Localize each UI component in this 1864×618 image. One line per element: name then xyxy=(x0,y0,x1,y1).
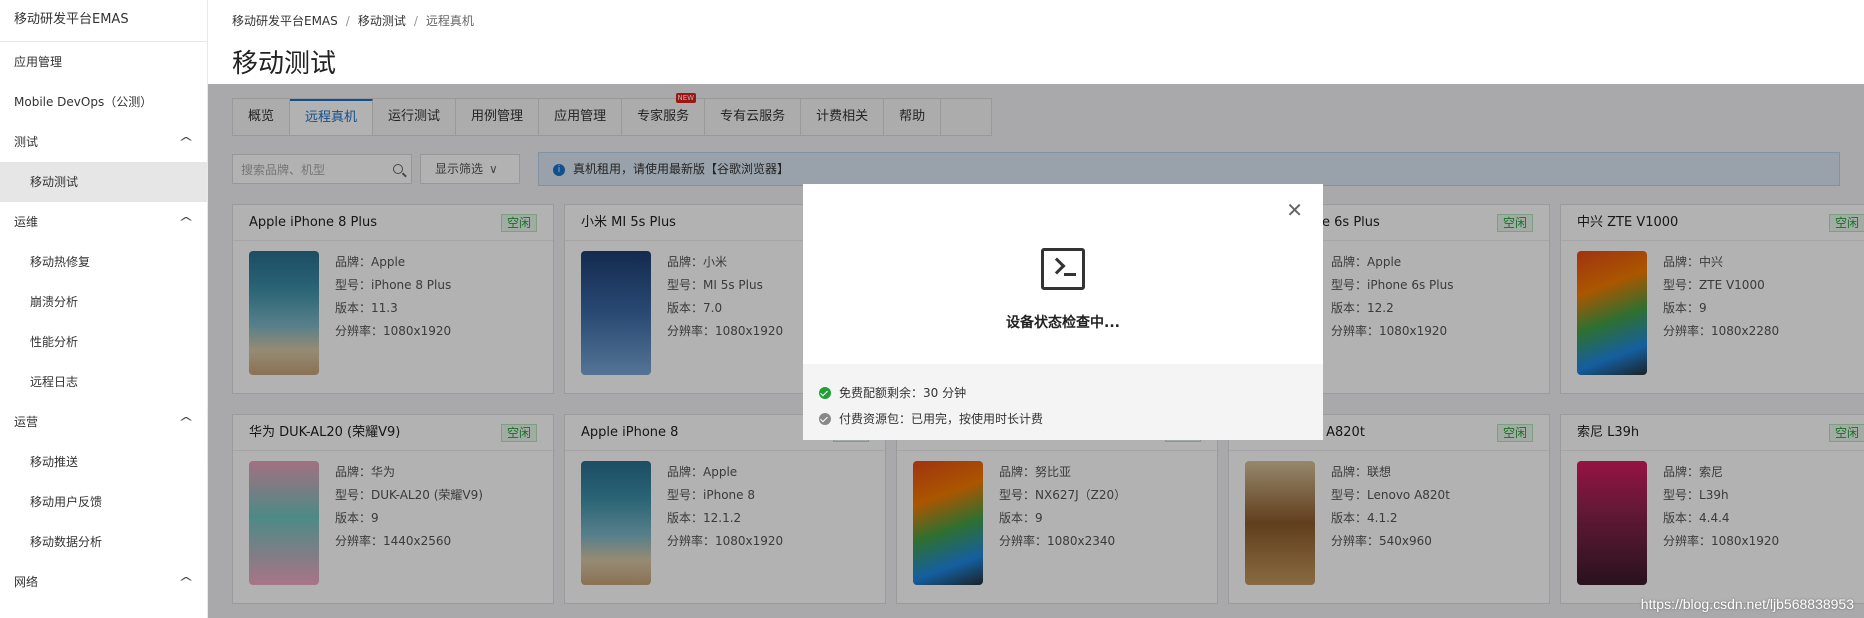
device-check-modal: ✕ 设备状态检查中... 免费配额剩余：30 分钟 付费资源包：已用完，按使用时… xyxy=(803,184,1323,440)
chevron-up-icon: ^ xyxy=(177,575,195,589)
sidebar-item[interactable]: 运营 ^ xyxy=(0,402,207,442)
sidebar-item[interactable]: 移动用户反馈 xyxy=(0,482,207,522)
sidebar-item-label: Mobile DevOps（公测） xyxy=(14,95,153,109)
sidebar-item[interactable]: 运维 ^ xyxy=(0,202,207,242)
sidebar-item[interactable]: 网络 ^ xyxy=(0,562,207,602)
sidebar-item-label: 性能分析 xyxy=(30,335,79,349)
chevron-up-icon: ^ xyxy=(177,415,195,429)
chevron-up-icon: ^ xyxy=(177,135,195,149)
package-line: 付费资源包：已用完，按使用时长计费 xyxy=(819,406,1307,432)
breadcrumb-item-current: 远程真机 xyxy=(425,14,474,28)
breadcrumb-item-emas[interactable]: 移动研发平台EMAS xyxy=(232,14,338,28)
sidebar-item-label: 运维 xyxy=(14,215,39,229)
chevron-up-icon: ^ xyxy=(177,215,195,229)
breadcrumb: 移动研发平台EMAS / 移动测试 / 远程真机 xyxy=(232,14,474,28)
quota-text: 免费配额剩余：30 分钟 xyxy=(839,386,967,400)
sidebar-item[interactable]: 应用管理 xyxy=(0,42,207,82)
watermark: https://blog.csdn.net/ljb568838953 xyxy=(1640,596,1854,612)
sidebar-item[interactable]: 移动热修复 xyxy=(0,242,207,282)
sidebar-item-label: 移动热修复 xyxy=(30,255,91,269)
sidebar-item-label: 运营 xyxy=(14,415,39,429)
modal-status-text: 设备状态检查中... xyxy=(1006,315,1120,331)
terminal-icon xyxy=(1041,248,1085,290)
sidebar-item-label: 移动推送 xyxy=(30,455,79,469)
modal-footer: 免费配额剩余：30 分钟 付费资源包：已用完，按使用时长计费 xyxy=(803,364,1323,440)
sidebar-item-label: 远程日志 xyxy=(30,375,79,389)
sidebar-item[interactable]: 崩溃分析 xyxy=(0,282,207,322)
page-header: 移动研发平台EMAS / 移动测试 / 远程真机 移动测试 xyxy=(208,0,1864,84)
sidebar-item-label: 移动用户反馈 xyxy=(30,495,103,509)
sidebar-item-label: 崩溃分析 xyxy=(30,295,79,309)
sidebar-item[interactable]: 移动数据分析 xyxy=(0,522,207,562)
sidebar-item[interactable]: 远程日志 xyxy=(0,362,207,402)
sidebar-item[interactable]: Mobile DevOps（公测） xyxy=(0,82,207,122)
sidebar-item-label: 移动数据分析 xyxy=(30,535,103,549)
sidebar-menu: 应用管理 Mobile DevOps（公测） 测试 ^ 移动测试运维 ^ 移动热修复崩溃分析… xyxy=(0,42,207,602)
close-icon[interactable]: ✕ xyxy=(1286,200,1303,220)
sidebar: 移动研发平台EMAS 应用管理 Mobile DevOps（公测） 测试 ^ 移动测试运… xyxy=(0,0,208,618)
sidebar-item[interactable]: 移动测试 xyxy=(0,162,207,202)
sidebar-item-label: 网络 xyxy=(14,575,39,589)
breadcrumb-item-test[interactable]: 移动测试 xyxy=(358,14,406,28)
sidebar-item[interactable]: 测试 ^ xyxy=(0,122,207,162)
sidebar-item[interactable]: 性能分析 xyxy=(0,322,207,362)
sidebar-title[interactable]: 移动研发平台EMAS xyxy=(0,0,207,42)
page-title: 移动测试 xyxy=(232,49,337,79)
sidebar-item-label: 测试 xyxy=(14,135,39,149)
quota-line: 免费配额剩余：30 分钟 xyxy=(819,380,1307,406)
sidebar-item[interactable]: 移动推送 xyxy=(0,442,207,482)
check-circle-gray-icon xyxy=(819,413,831,425)
package-text: 付费资源包：已用完，按使用时长计费 xyxy=(839,412,1044,426)
check-circle-icon xyxy=(819,387,831,399)
sidebar-item-label: 移动测试 xyxy=(30,175,79,189)
sidebar-item-label: 应用管理 xyxy=(14,55,63,69)
